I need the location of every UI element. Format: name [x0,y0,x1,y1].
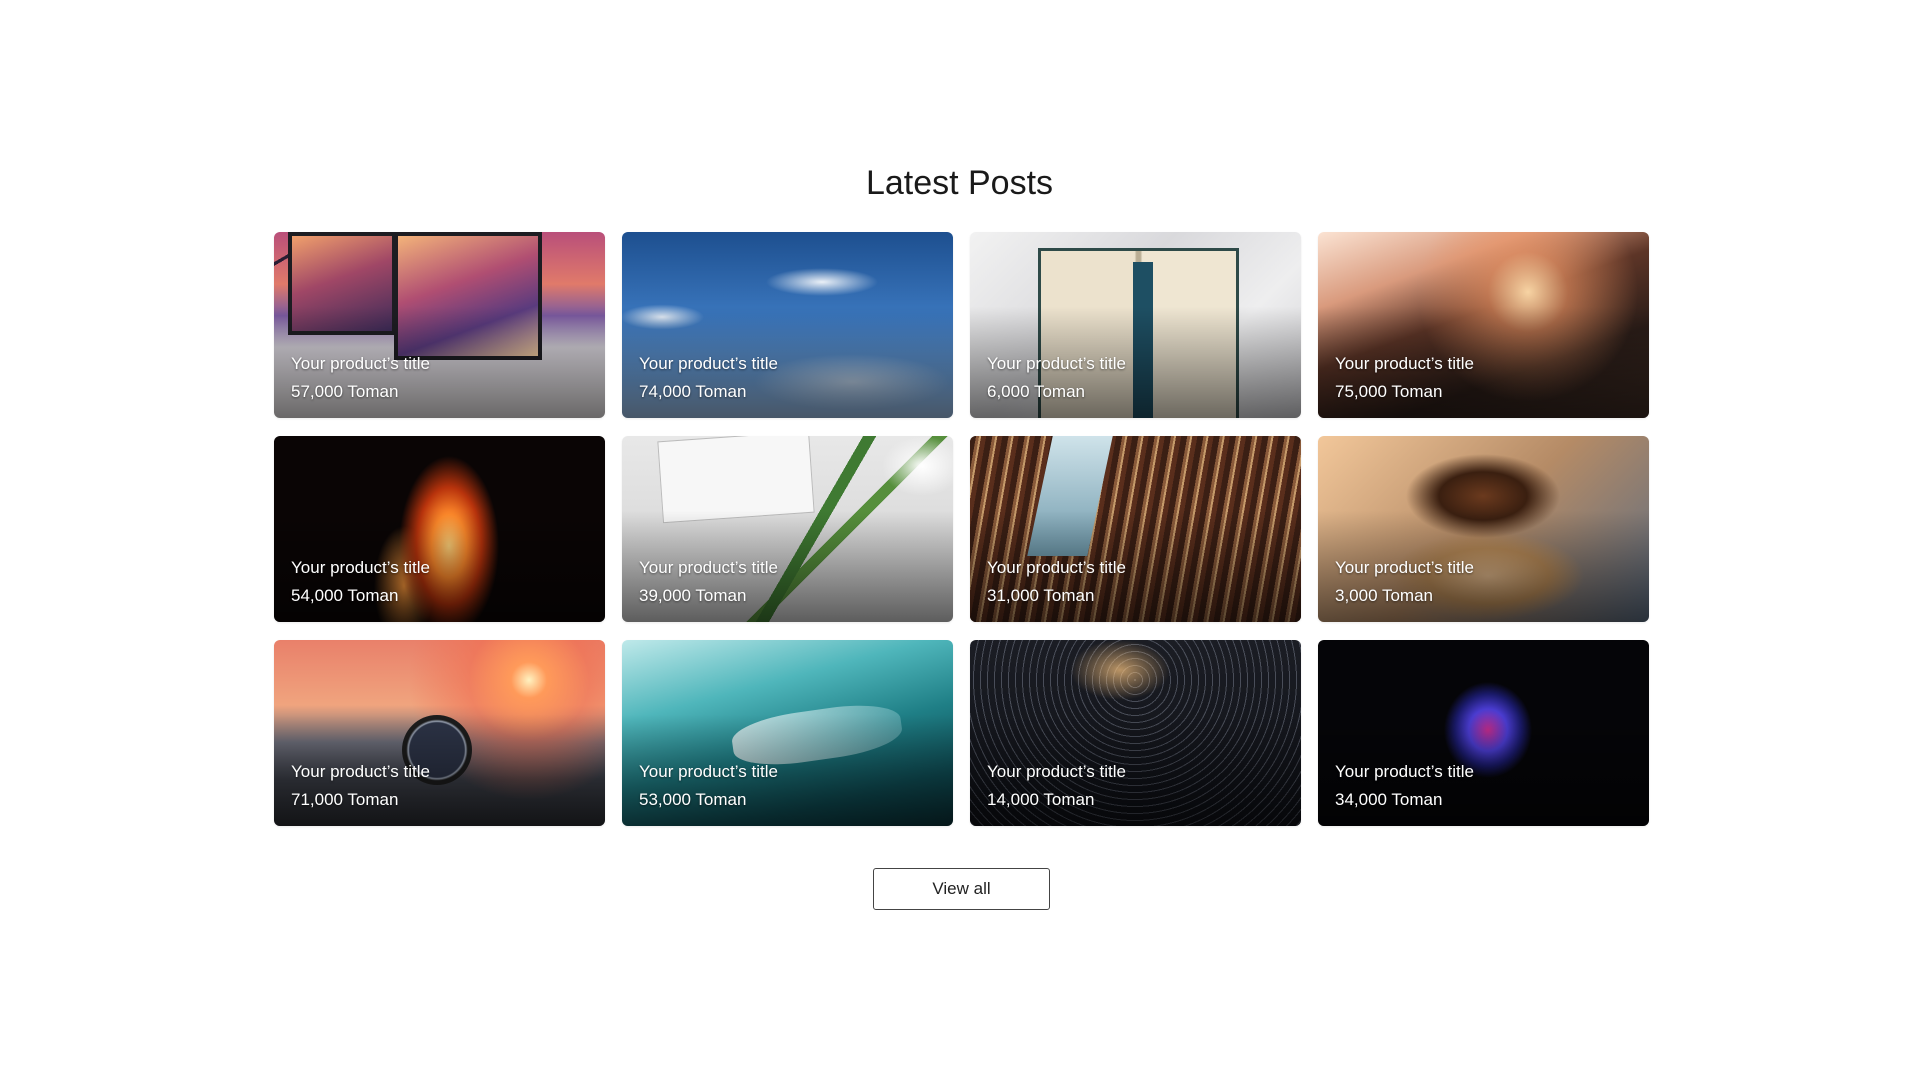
post-price: 54,000 Toman [291,586,399,605]
post-price: 34,000 Toman [1335,790,1443,809]
post-card[interactable]: Your product’s title 39,000 Toman [622,436,953,622]
post-price: 53,000 Toman [639,790,747,809]
view-all-button[interactable]: View all [873,868,1050,910]
post-price: 6,000 Toman [987,382,1085,401]
post-title: Your product’s title [639,762,778,781]
post-title: Your product’s title [1335,558,1474,577]
post-price: 39,000 Toman [639,586,747,605]
posts-grid: Your product’s title 57,000 Toman Your p… [274,232,1649,826]
post-card[interactable]: Your product’s title 34,000 Toman [1318,640,1649,826]
post-title: Your product’s title [1335,762,1474,781]
post-price: 31,000 Toman [987,586,1095,605]
post-price: 57,000 Toman [291,382,399,401]
post-title: Your product’s title [987,762,1126,781]
post-card[interactable]: Your product’s title 75,000 Toman [1318,232,1649,418]
post-price: 71,000 Toman [291,790,399,809]
post-price: 75,000 Toman [1335,382,1443,401]
post-card[interactable]: Your product’s title 14,000 Toman [970,640,1301,826]
post-title: Your product’s title [987,354,1126,373]
section-title: Latest Posts [865,164,1054,202]
post-price: 3,000 Toman [1335,586,1433,605]
post-card[interactable]: Your product’s title 71,000 Toman [274,640,605,826]
post-card[interactable]: Your product’s title 31,000 Toman [970,436,1301,622]
post-card[interactable]: Your product’s title 54,000 Toman [274,436,605,622]
post-title: Your product’s title [291,762,430,781]
post-title: Your product’s title [291,354,430,373]
post-card[interactable]: Your product’s title 3,000 Toman [1318,436,1649,622]
post-card[interactable]: Your product’s title 53,000 Toman [622,640,953,826]
post-title: Your product’s title [1335,354,1474,373]
post-card[interactable]: Your product’s title 74,000 Toman [622,232,953,418]
post-card[interactable]: Your product’s title 6,000 Toman [970,232,1301,418]
post-title: Your product’s title [291,558,430,577]
post-price: 74,000 Toman [639,382,747,401]
post-title: Your product’s title [639,354,778,373]
post-card[interactable]: Your product’s title 57,000 Toman [274,232,605,418]
post-title: Your product’s title [639,558,778,577]
post-price: 14,000 Toman [987,790,1095,809]
latest-posts-page: Latest Posts Your product’s title 57,000… [0,0,1919,1080]
post-title: Your product’s title [987,558,1126,577]
